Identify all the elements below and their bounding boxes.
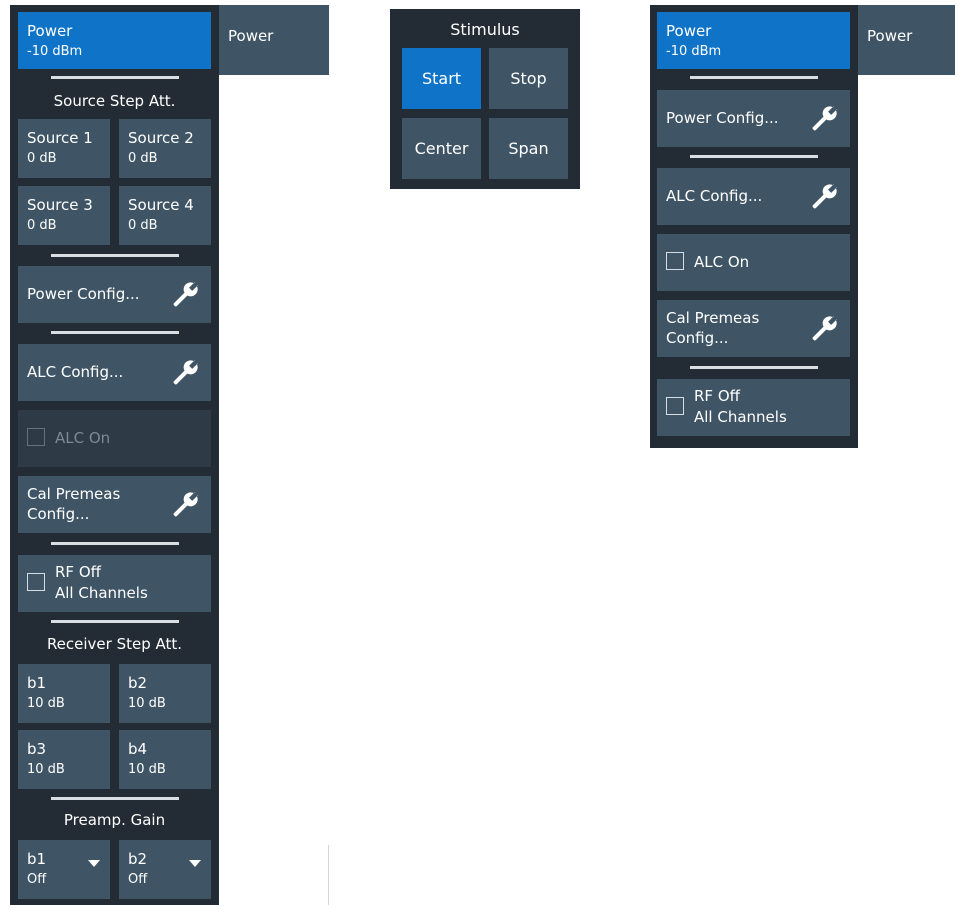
power-config-button[interactable]: Power Config...	[657, 90, 850, 147]
checkbox-icon	[27, 573, 45, 591]
stop-label: Stop	[510, 69, 547, 88]
wrench-icon	[173, 359, 199, 385]
receiver-b4-value: 10 dB	[128, 762, 166, 777]
power-button[interactable]: Power -10 dBm	[18, 12, 211, 69]
center-button[interactable]: Center	[402, 118, 481, 179]
source-3-button[interactable]: Source 3 0 dB	[18, 186, 110, 245]
divider	[690, 76, 818, 79]
cal-premeas-config-button[interactable]: Cal Premeas Config...	[657, 300, 850, 357]
wrench-icon	[812, 183, 838, 209]
alc-config-label: ALC Config...	[27, 363, 124, 381]
tab-power-label: Power	[867, 27, 913, 45]
power-label: Power	[27, 22, 73, 40]
alc-on-toggle[interactable]: ALC On	[657, 234, 850, 291]
caret-down-icon	[88, 860, 100, 867]
preamp-b1-label: b1	[27, 850, 47, 868]
receiver-b1-value: 10 dB	[27, 696, 65, 711]
span-button[interactable]: Span	[489, 118, 568, 179]
cal-premeas-label: Cal Premeas	[666, 309, 760, 327]
cal-premeas-config-label: Config...	[666, 329, 729, 347]
center-label: Center	[414, 139, 469, 158]
source-4-button[interactable]: Source 4 0 dB	[119, 186, 211, 245]
receiver-b2-button[interactable]: b2 10 dB	[119, 664, 211, 723]
preamp-b1-value: Off	[27, 872, 47, 887]
alc-config-button[interactable]: ALC Config...	[657, 168, 850, 225]
alc-on-toggle[interactable]: ALC On	[18, 410, 211, 467]
wrench-icon	[173, 281, 199, 307]
receiver-b2-value: 10 dB	[128, 696, 166, 711]
cal-premeas-config-button[interactable]: Cal Premeas Config...	[18, 476, 211, 533]
tab-power[interactable]: Power	[858, 5, 955, 75]
preamp-b2-value: Off	[128, 872, 148, 887]
checkbox-icon	[666, 397, 684, 415]
caret-down-icon	[189, 860, 201, 867]
cal-premeas-label: Cal Premeas	[27, 485, 121, 503]
source-3-label: Source 3	[27, 196, 93, 214]
alc-on-label: ALC On	[694, 253, 750, 271]
divider	[51, 620, 179, 623]
checkbox-icon	[27, 428, 45, 446]
power-value: -10 dBm	[666, 44, 722, 59]
source-1-label: Source 1	[27, 129, 93, 147]
receiver-b2-label: b2	[128, 674, 148, 692]
wrench-icon	[173, 491, 199, 517]
alc-config-button[interactable]: ALC Config...	[18, 344, 211, 401]
source-1-value: 0 dB	[27, 151, 57, 166]
preamp-b2-dropdown[interactable]: b2 Off	[119, 840, 211, 899]
rf-off-toggle[interactable]: RF Off All Channels	[18, 555, 211, 612]
checkbox-icon	[666, 252, 684, 270]
receiver-b1-label: b1	[27, 674, 47, 692]
power-button[interactable]: Power -10 dBm	[657, 12, 850, 69]
power-config-label: Power Config...	[27, 285, 140, 303]
start-label: Start	[421, 69, 462, 88]
source-4-value: 0 dB	[128, 218, 158, 233]
preamp-b1-dropdown[interactable]: b1 Off	[18, 840, 110, 899]
divider	[690, 155, 818, 158]
source-4-label: Source 4	[128, 196, 194, 214]
power-config-label: Power Config...	[666, 109, 779, 127]
rf-off-toggle[interactable]: RF Off All Channels	[657, 379, 850, 436]
source-2-label: Source 2	[128, 129, 194, 147]
panel-edge-line	[328, 845, 329, 905]
span-label: Span	[508, 139, 549, 158]
stop-button[interactable]: Stop	[489, 48, 568, 109]
rf-off-all-channels-label: All Channels	[55, 584, 148, 602]
cal-premeas-config-label: Config...	[27, 505, 90, 523]
divider	[51, 331, 179, 334]
preamp-b2-label: b2	[128, 850, 148, 868]
alc-config-label: ALC Config...	[666, 187, 763, 205]
source-step-att-title: Source Step Att.	[53, 92, 176, 110]
divider	[51, 254, 179, 257]
receiver-b3-label: b3	[27, 740, 47, 758]
receiver-b1-button[interactable]: b1 10 dB	[18, 664, 110, 723]
rf-off-label: RF Off	[55, 563, 101, 581]
source-1-button[interactable]: Source 1 0 dB	[18, 119, 110, 178]
alc-on-label: ALC On	[55, 429, 111, 447]
receiver-b3-value: 10 dB	[27, 762, 65, 777]
receiver-b4-button[interactable]: b4 10 dB	[119, 730, 211, 789]
receiver-b3-button[interactable]: b3 10 dB	[18, 730, 110, 789]
power-label: Power	[666, 22, 712, 40]
divider	[51, 797, 179, 800]
power-value: -10 dBm	[27, 44, 83, 59]
receiver-step-att-title: Receiver Step Att.	[46, 635, 183, 653]
wrench-icon	[812, 105, 838, 131]
preamp-gain-title: Preamp. Gain	[63, 811, 166, 829]
start-button[interactable]: Start	[402, 48, 481, 109]
tab-power[interactable]: Power	[219, 5, 329, 75]
source-2-value: 0 dB	[128, 151, 158, 166]
receiver-b4-label: b4	[128, 740, 148, 758]
source-2-button[interactable]: Source 2 0 dB	[119, 119, 211, 178]
source-3-value: 0 dB	[27, 218, 57, 233]
divider	[51, 76, 179, 79]
tab-power-label: Power	[228, 27, 274, 45]
rf-off-all-channels-label: All Channels	[694, 408, 787, 426]
wrench-icon	[812, 315, 838, 341]
divider	[51, 542, 179, 545]
rf-off-label: RF Off	[694, 387, 740, 405]
power-config-button[interactable]: Power Config...	[18, 266, 211, 323]
stimulus-title: Stimulus	[450, 20, 520, 39]
divider	[690, 366, 818, 369]
